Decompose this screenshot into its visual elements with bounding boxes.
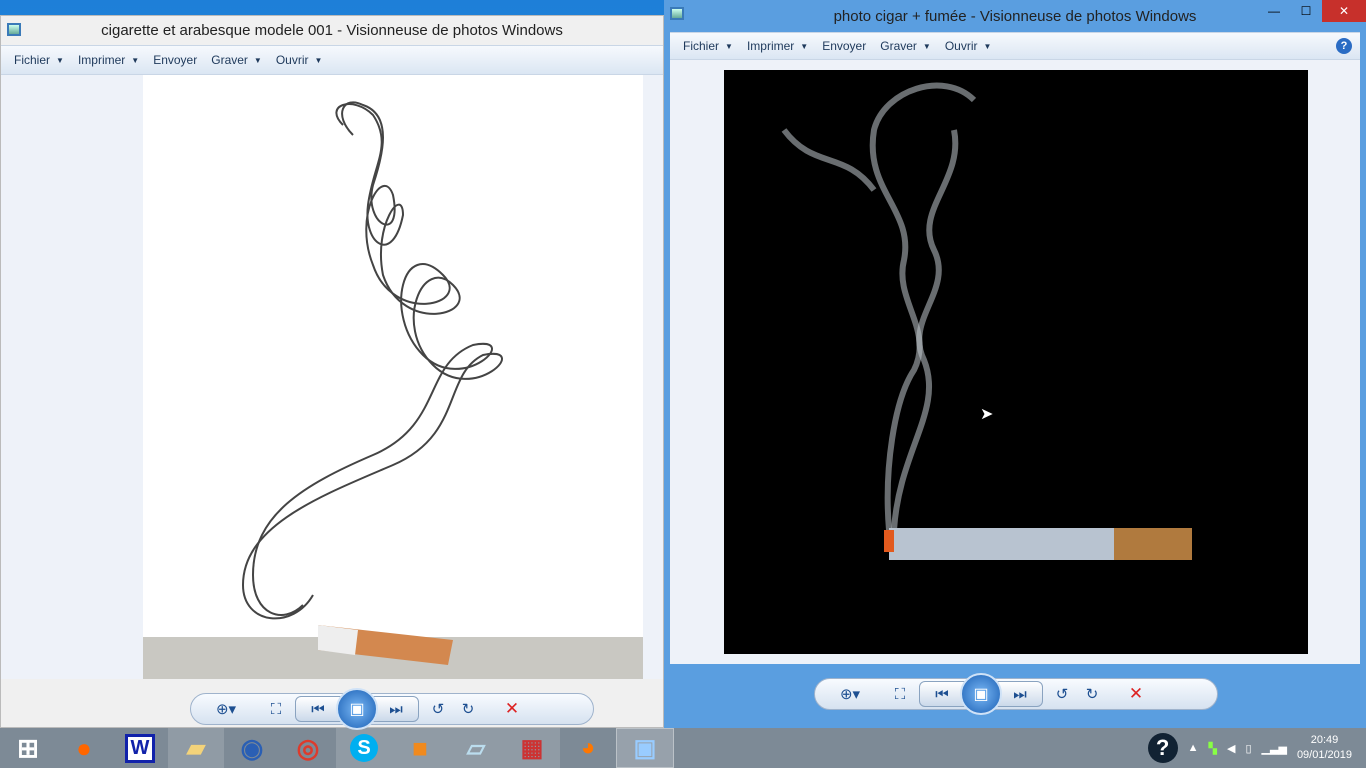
chrome-icon[interactable]: ◎: [280, 728, 336, 768]
menu-label: Envoyer: [153, 53, 198, 67]
skype-label: S: [350, 734, 378, 762]
battery-icon[interactable]: ▯: [1245, 742, 1251, 755]
menu-label: Envoyer: [822, 39, 867, 53]
menu-fichier[interactable]: Fichier ▼: [7, 53, 71, 67]
menu-imprimer[interactable]: Imprimer ▼: [71, 53, 146, 67]
fit-to-window-button[interactable]: ⛶: [261, 697, 291, 721]
arabesque-drawing-image: [143, 75, 643, 679]
menu-label: Fichier: [14, 53, 51, 67]
chevron-down-icon: ▼: [131, 55, 140, 65]
firefox-icon[interactable]: ●: [56, 728, 112, 768]
network-monitor-icon[interactable]: ▚: [1209, 742, 1217, 755]
delete-button[interactable]: ✕: [1121, 682, 1151, 706]
navigation-group: ⏮ ▣ ⏭: [919, 673, 1043, 715]
chevron-down-icon: ▼: [725, 41, 733, 51]
chevron-down-icon: ▼: [314, 55, 323, 65]
photo-viewer-icon: [7, 23, 21, 36]
photo-viewer-window-right: photo cigar + fumée - Visionneuse de pho…: [664, 0, 1366, 728]
menu-label: Ouvrir: [275, 53, 309, 67]
photo-viewer-icon: [670, 7, 684, 20]
menu-label: Graver: [880, 39, 917, 53]
viewer-controls: ⊕▾ ⛶ ⏮ ▣ ⏭ ↺ ↻ ✕: [190, 688, 594, 730]
clock[interactable]: 20:49 09/01/2019: [1297, 733, 1352, 763]
help-icon[interactable]: ?: [1147, 733, 1178, 763]
next-button[interactable]: ⏭: [998, 682, 1042, 706]
window-title: cigarette et arabesque modele 001 - Visi…: [101, 22, 563, 39]
menu-label: Graver: [211, 53, 248, 67]
signal-icon[interactable]: ▁▃▅: [1262, 742, 1287, 755]
menu-label: Ouvrir: [944, 39, 978, 53]
menu-ouvrir[interactable]: Ouvrir ▼: [938, 39, 999, 53]
mouse-cursor: ➤: [980, 406, 994, 423]
menu-envoyer[interactable]: Envoyer: [815, 39, 873, 53]
close-button[interactable]: ✕: [1322, 0, 1366, 22]
fit-to-window-button[interactable]: ⛶: [885, 682, 915, 706]
help-icon[interactable]: ?: [1336, 38, 1352, 54]
zoom-button[interactable]: ⊕▾: [815, 682, 885, 706]
clock-date: 09/01/2019: [1296, 749, 1352, 761]
clock-time: 20:49: [1310, 734, 1339, 746]
title-bar: cigarette et arabesque modele 001 - Visi…: [1, 16, 663, 45]
photo-viewer-window-left: cigarette et arabesque modele 001 - Visi…: [0, 15, 664, 730]
menu-label: Imprimer: [77, 53, 126, 67]
rotate-left-button[interactable]: ↺: [1047, 682, 1077, 706]
notepad-icon[interactable]: ▱: [448, 728, 504, 768]
menu-fichier[interactable]: Fichier ▼: [676, 39, 740, 53]
delete-button[interactable]: ✕: [497, 697, 527, 721]
rotate-left-button[interactable]: ↺: [423, 697, 453, 721]
menu-imprimer[interactable]: Imprimer ▼: [740, 39, 815, 53]
previous-button[interactable]: ⏮: [920, 682, 964, 706]
slideshow-button[interactable]: ▣: [960, 673, 1002, 715]
system-tray: ? ▲ ▚ ◀ ▯ ▁▃▅ 20:49 09/01/2019: [1147, 728, 1366, 768]
menu-graver[interactable]: Graver ▼: [873, 39, 938, 53]
viewer-controls: ⊕▾ ⛶ ⏮ ▣ ⏭ ↺ ↻ ✕: [814, 673, 1218, 715]
word-icon[interactable]: W: [112, 728, 168, 768]
image-area: ➤: [670, 60, 1360, 664]
menu-toolbar: Fichier ▼ Imprimer ▼ Envoyer Graver ▼ Ouvri…: [1, 45, 663, 75]
thunderbird-icon[interactable]: ◉: [224, 728, 280, 768]
menu-envoyer[interactable]: Envoyer: [146, 53, 204, 67]
menu-graver[interactable]: Graver ▼: [204, 53, 269, 67]
winrar-icon[interactable]: ▦: [504, 728, 560, 768]
window-title: photo cigar + fumée - Visionneuse de pho…: [833, 7, 1197, 25]
volume-icon[interactable]: ◀: [1227, 742, 1235, 755]
previous-button[interactable]: ⏮: [296, 697, 340, 721]
skype-icon[interactable]: S: [336, 728, 392, 768]
word-label: W: [124, 733, 156, 763]
photo-viewer-taskbar-icon[interactable]: ▣: [616, 728, 674, 768]
start-button[interactable]: ⊞: [0, 728, 56, 768]
chevron-down-icon: ▼: [922, 41, 931, 51]
zoom-button[interactable]: ⊕▾: [191, 697, 261, 721]
image-area: [1, 75, 663, 679]
rotate-right-button[interactable]: ↻: [1077, 682, 1107, 706]
chevron-down-icon: ▼: [983, 41, 992, 51]
menu-ouvrir[interactable]: Ouvrir ▼: [269, 53, 330, 67]
blender-icon[interactable]: ◕: [560, 728, 616, 768]
taskbar: ⊞ ● W ▰ ◉ ◎ S ■ ▱ ▦ ◕ ▣ ? ▲ ▚ ◀ ▯ ▁▃▅ 20…: [0, 728, 1366, 768]
show-hidden-icons-icon[interactable]: ▲: [1188, 742, 1199, 754]
chevron-down-icon: ▼: [253, 55, 262, 65]
pdf-icon[interactable]: ■: [392, 728, 448, 768]
minimize-button[interactable]: —: [1258, 0, 1290, 22]
file-explorer-icon[interactable]: ▰: [168, 728, 224, 768]
rotate-right-button[interactable]: ↻: [453, 697, 483, 721]
slideshow-button[interactable]: ▣: [336, 688, 378, 730]
maximize-button[interactable]: ☐: [1290, 0, 1322, 22]
menu-label: Fichier: [683, 39, 720, 53]
next-button[interactable]: ⏭: [374, 697, 418, 721]
menu-toolbar: Fichier ▼ Imprimer ▼ Envoyer Graver ▼ Ouvri…: [670, 32, 1360, 60]
navigation-group: ⏮ ▣ ⏭: [295, 688, 419, 730]
title-bar: photo cigar + fumée - Visionneuse de pho…: [664, 0, 1366, 32]
menu-label: Imprimer: [746, 39, 795, 53]
chevron-down-icon: ▼: [800, 41, 809, 51]
cigarette-smoke-photo: [724, 70, 1308, 654]
chevron-down-icon: ▼: [56, 55, 64, 65]
